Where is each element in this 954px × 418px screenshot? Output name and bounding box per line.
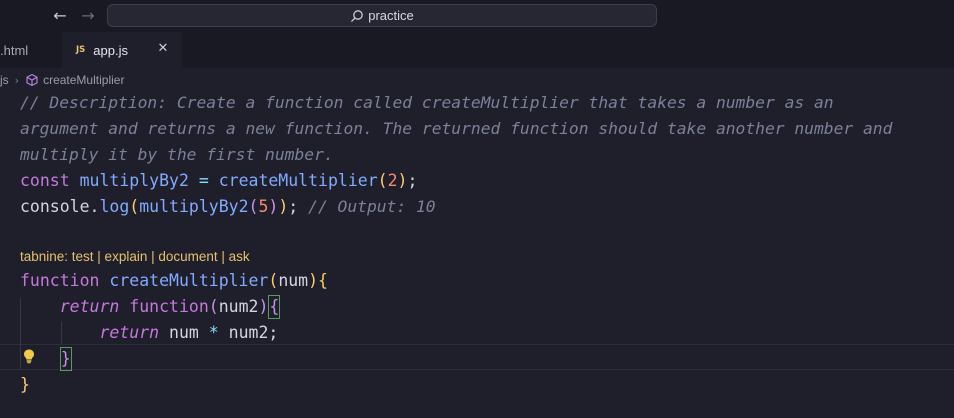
tabnine-codelens[interactable]: tabnine: test | explain | document | ask [20, 246, 250, 268]
js-file-icon: JS [76, 45, 86, 55]
lightbulb-icon[interactable] [22, 348, 36, 364]
breadcrumb-symbol[interactable]: createMultiplier [43, 73, 124, 87]
code-line-comment: // Description: Create a function called… [20, 93, 834, 112]
code-line: function createMultiplier(num){ [20, 271, 328, 290]
code-line: return function(num2){ [20, 294, 281, 320]
close-icon[interactable]: ✕ [156, 42, 170, 56]
search-icon [351, 9, 364, 22]
code-line-comment: argument and returns a new function. The… [20, 119, 893, 138]
arrow-left-icon[interactable]: ← [50, 6, 70, 26]
chevron-right-icon: › [14, 73, 20, 87]
tab-label: app.js [93, 42, 128, 58]
code-editor[interactable]: // Description: Create a function called… [0, 90, 954, 418]
tab-html[interactable]: .html [0, 32, 62, 68]
tab-bar: .html JS app.js ✕ [0, 32, 954, 68]
title-bar: ← → practice [0, 0, 954, 32]
current-line-highlight [0, 344, 954, 370]
editor-window: ← → practice .html JS app.js ✕ js › crea… [0, 0, 954, 418]
code-line: } [20, 375, 30, 394]
breadcrumb: js › createMultiplier [0, 70, 124, 90]
code-line-comment: multiply it by the first number. [20, 145, 334, 164]
tab-app-js[interactable]: JS app.js ✕ [62, 32, 182, 68]
search-text: practice [368, 8, 414, 23]
code-line: console.log(multiplyBy2(5)); // Output: … [20, 197, 436, 216]
breadcrumb-file[interactable]: js [0, 73, 9, 87]
tab-label: .html [0, 42, 29, 58]
arrow-right-icon[interactable]: → [78, 6, 98, 26]
code-line: return num * num2; [99, 323, 279, 342]
command-search-box[interactable]: practice [107, 4, 657, 27]
code-line: const multiplyBy2 = createMultiplier(2); [20, 171, 418, 190]
symbol-method-icon [26, 73, 38, 87]
